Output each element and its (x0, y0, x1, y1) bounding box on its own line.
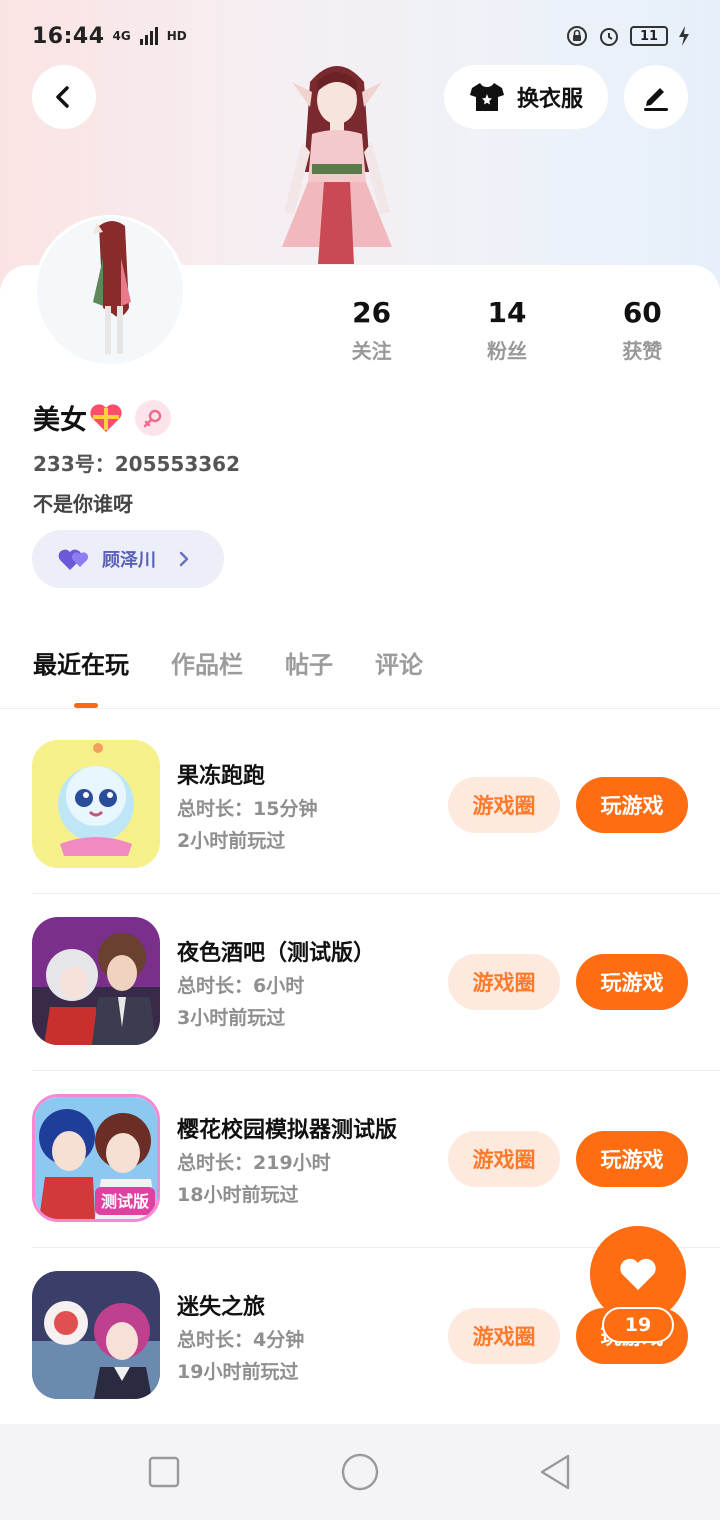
bar-characters-icon (32, 917, 160, 1045)
game-list-item[interactable]: 果冻跑跑 总时长：15分钟 2小时前玩过 游戏圈 玩游戏 (32, 740, 720, 917)
game-icon[interactable] (32, 740, 160, 868)
shirt-icon (469, 83, 504, 111)
game-duration: 总时长：4分钟 (177, 1329, 305, 1351)
heart-icon (620, 1258, 656, 1290)
stat-following[interactable]: 26 关注 (304, 296, 439, 364)
pencil-icon (644, 88, 668, 111)
signal-icon (139, 27, 158, 45)
back-button[interactable] (32, 65, 96, 129)
profile-tabs: 最近在玩 作品栏 帖子 评论 (33, 645, 423, 680)
recent-apps-icon[interactable] (148, 1456, 180, 1488)
status-time: 16:44 (32, 23, 105, 49)
status-bar: 16:44 4G HD 11 (32, 18, 690, 54)
game-last-played: 2小时前玩过 (177, 830, 286, 852)
stat-value: 26 (352, 296, 392, 329)
character-illustration (282, 66, 392, 264)
test-version-badge: 测试版 (101, 1192, 149, 1211)
user-id: 233号：205553362 (33, 452, 240, 476)
stat-value: 14 (487, 296, 527, 329)
network-indicator: 4G (112, 29, 131, 43)
game-title: 樱花校园模拟器测试版 (177, 1118, 398, 1143)
stat-value: 60 (622, 296, 662, 329)
profile-stats: 26 关注 14 粉丝 60 获赞 (304, 296, 710, 364)
user-name: 美女 (33, 405, 87, 436)
dress-up-label: 换衣服 (516, 87, 583, 112)
user-bio: 不是你谁呀 (33, 492, 133, 516)
school-characters-icon: 测试版 (35, 1097, 157, 1219)
dress-up-button[interactable]: 换衣服 (444, 65, 608, 129)
game-list-item[interactable]: 夜色酒吧（测试版） 总时长：6小时 3小时前玩过 游戏圈 玩游戏 (32, 917, 720, 1094)
game-circle-button[interactable]: 游戏圈 (448, 1308, 560, 1364)
stat-label: 关注 (351, 339, 392, 363)
double-heart-icon (58, 549, 89, 570)
divider (32, 1070, 720, 1071)
cp-relation-chip[interactable]: 顾泽川 (32, 530, 224, 588)
avatar[interactable] (34, 215, 186, 367)
charging-icon (679, 26, 689, 46)
game-title: 果冻跑跑 (177, 764, 266, 789)
home-icon[interactable] (341, 1453, 379, 1491)
game-title: 夜色酒吧（测试版） (177, 941, 376, 966)
stat-label: 粉丝 (486, 339, 527, 363)
name-row: 美女 (33, 398, 171, 437)
hd-indicator: HD (166, 29, 187, 43)
play-game-button[interactable]: 玩游戏 (576, 954, 688, 1010)
chevron-left-icon (56, 86, 69, 108)
divider (32, 893, 720, 894)
system-nav-bar (0, 1424, 720, 1520)
edit-button[interactable] (624, 65, 688, 129)
game-last-played: 19小时前玩过 (177, 1361, 299, 1383)
avatar-character-image (37, 218, 183, 364)
battery-indicator: 11 (630, 26, 668, 46)
lock-rotation-icon (567, 26, 587, 46)
stat-followers[interactable]: 14 粉丝 (439, 296, 574, 364)
chevron-right-icon (179, 551, 189, 567)
stat-label: 获赞 (622, 339, 663, 363)
game-icon[interactable]: 测试版 (32, 1094, 160, 1222)
tab-posts[interactable]: 帖子 (285, 645, 333, 680)
tab-recently-played[interactable]: 最近在玩 (33, 645, 129, 680)
back-nav-icon[interactable] (538, 1453, 572, 1491)
play-game-button[interactable]: 玩游戏 (576, 777, 688, 833)
play-game-button[interactable]: 玩游戏 (576, 1131, 688, 1187)
game-title: 迷失之旅 (177, 1295, 266, 1320)
divider (0, 708, 720, 709)
game-duration: 总时长：6小时 (177, 975, 305, 997)
heart-gift-icon (90, 403, 122, 432)
jelly-character-icon (32, 740, 160, 868)
lost-journey-icon (32, 1271, 160, 1399)
game-last-played: 3小时前玩过 (177, 1007, 286, 1029)
game-icon[interactable] (32, 917, 160, 1045)
female-icon (143, 409, 162, 427)
tab-comments[interactable]: 评论 (375, 645, 423, 680)
game-duration: 总时长：15分钟 (177, 798, 318, 820)
stat-likes[interactable]: 60 获赞 (575, 296, 710, 364)
like-count-badge: 19 (602, 1307, 674, 1343)
cp-name: 顾泽川 (102, 550, 156, 571)
game-duration: 总时长：219小时 (177, 1152, 331, 1174)
gender-badge (135, 399, 171, 436)
game-circle-button[interactable]: 游戏圈 (448, 777, 560, 833)
tab-works[interactable]: 作品栏 (171, 645, 243, 680)
game-icon[interactable] (32, 1271, 160, 1399)
alarm-icon (600, 28, 618, 46)
game-circle-button[interactable]: 游戏圈 (448, 1131, 560, 1187)
game-last-played: 18小时前玩过 (177, 1184, 299, 1206)
game-circle-button[interactable]: 游戏圈 (448, 954, 560, 1010)
